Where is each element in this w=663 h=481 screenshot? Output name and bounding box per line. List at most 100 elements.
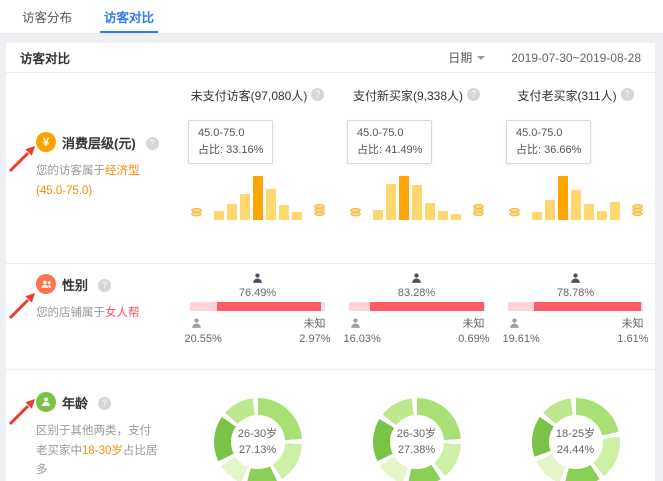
age-label-cell: 年龄 ? 区别于其他两类，支付老买家中18-30岁占比居多 <box>6 370 178 481</box>
panel-title: 访客对比 <box>20 48 70 67</box>
tooltip-share: 占比: 36.66% <box>516 142 581 159</box>
date-range-value[interactable]: 2019-07-30~2019-08-28 <box>511 51 641 65</box>
consumption-description: 您的访客属于经济型(45.0-75.0) <box>36 162 162 201</box>
chart-tooltip: 45.0-75.0 占比: 36.66% <box>506 120 591 164</box>
male-icon <box>349 317 362 330</box>
chart-tooltip: 45.0-75.0 占比: 41.49% <box>347 120 432 164</box>
section-consumption-level: ¥ 消费层级(元) ? 您的访客属于经济型(45.0-75.0) 45.0-75… <box>6 106 655 264</box>
consumption-bar-chart[interactable] <box>508 172 644 220</box>
tooltip-share: 占比: 33.16% <box>198 142 263 159</box>
consumption-chart-new-buyers: 45.0-75.0 占比: 41.49% <box>337 106 496 263</box>
unknown-percentage: 0.69% <box>458 333 489 345</box>
column-header-repeat-buyers: 支付老买家(311人) ? <box>496 87 655 104</box>
donut-center-label: 26-30岁 27.38% <box>390 415 444 469</box>
coin-stack-small-icon <box>190 206 203 220</box>
coin-stack-large-icon <box>313 203 326 220</box>
age-group-percentage: 27.38% <box>398 442 435 459</box>
column-header-label: 支付老买家(311人) <box>517 87 616 104</box>
male-icon <box>190 317 203 330</box>
date-filter-label: 日期 <box>448 49 472 66</box>
visitor-comparison-panel: 访客对比 日期 2019-07-30~2019-08-28 未支付访客(97,0… <box>5 42 656 481</box>
female-percentage: 78.78% <box>557 287 594 299</box>
gender-description: 您的店铺属于女人帮 <box>36 304 162 324</box>
age-group-label: 18-25岁 <box>556 426 595 443</box>
help-icon[interactable]: ? <box>146 137 159 150</box>
female-percentage: 83.28% <box>398 287 435 299</box>
chevron-down-icon <box>477 56 485 64</box>
column-header-label: 未支付访客(97,080人) <box>191 87 308 104</box>
consumption-bar-chart[interactable] <box>349 172 485 220</box>
consumption-chart-unpaid: 45.0-75.0 占比: 33.16% <box>178 106 337 263</box>
section-age: 年龄 ? 区别于其他两类，支付老买家中18-30岁占比居多 26-30岁 27.… <box>6 370 655 481</box>
age-chart-repeat-buyers: 18-25岁 24.44% <box>496 370 655 481</box>
people-icon <box>36 274 56 294</box>
age-donut-chart[interactable]: 18-25岁 24.44% <box>532 398 620 481</box>
help-icon[interactable]: ? <box>98 397 111 410</box>
age-description: 区别于其他两类，支付老买家中18-30岁占比居多 <box>36 422 162 481</box>
desc-text: 您的访客属于 <box>36 165 105 177</box>
desc-highlight: 女人帮 <box>105 307 140 319</box>
donut-center-label: 18-25岁 24.44% <box>549 415 603 469</box>
age-donut-chart[interactable]: 26-30岁 27.13% <box>214 398 302 481</box>
female-icon <box>410 272 423 285</box>
gender-ratio-bar[interactable] <box>508 302 644 311</box>
yuan-icon: ¥ <box>36 132 56 152</box>
gender-chart-unpaid: 76.49% 未知 20.55% 2.97% <box>178 264 337 369</box>
visitor-analytics-page: { "tabs": {"distribution": "访客分布", "comp… <box>0 0 663 481</box>
help-icon[interactable]: ? <box>311 88 324 101</box>
coin-stack-large-icon <box>631 203 644 220</box>
consumption-chart-repeat-buyers: 45.0-75.0 占比: 36.66% <box>496 106 655 263</box>
unknown-label: 未知 <box>622 315 644 331</box>
unknown-label: 未知 <box>304 315 326 331</box>
female-icon <box>251 272 264 285</box>
section-title: 消费层级(元) <box>62 133 136 152</box>
column-headers-row: 未支付访客(97,080人) ? 支付新买家(9,338人) ? 支付老买家(3… <box>6 73 655 106</box>
tooltip-range: 45.0-75.0 <box>198 125 263 142</box>
consumption-bar-chart[interactable] <box>190 172 326 220</box>
gender-chart-repeat-buyers: 78.78% 未知 19.61% 1.61% <box>496 264 655 369</box>
coin-stack-large-icon <box>472 203 485 220</box>
female-icon <box>569 272 582 285</box>
donut-center-label: 26-30岁 27.13% <box>231 415 285 469</box>
top-tabbar: 访客分布 访客对比 <box>0 0 663 34</box>
help-icon[interactable]: ? <box>98 279 111 292</box>
male-percentage: 20.55% <box>185 333 222 345</box>
coin-stack-small-icon <box>349 206 362 220</box>
tooltip-share: 占比: 41.49% <box>357 142 422 159</box>
age-group-label: 26-30岁 <box>397 426 436 443</box>
age-group-percentage: 24.44% <box>557 442 594 459</box>
age-group-label: 26-30岁 <box>238 426 277 443</box>
tab-visitor-distribution[interactable]: 访客分布 <box>6 0 88 33</box>
unknown-percentage: 1.61% <box>617 333 648 345</box>
chart-tooltip: 45.0-75.0 占比: 33.16% <box>188 120 273 164</box>
person-icon <box>36 392 56 412</box>
age-chart-new-buyers: 26-30岁 27.38% <box>337 370 496 481</box>
gender-ratio-bar[interactable] <box>349 302 485 311</box>
unknown-label: 未知 <box>463 315 485 331</box>
coin-stack-small-icon <box>508 206 521 220</box>
panel-header: 访客对比 日期 2019-07-30~2019-08-28 <box>6 43 655 73</box>
consumption-label-cell: ¥ 消费层级(元) ? 您的访客属于经济型(45.0-75.0) <box>6 106 178 263</box>
tooltip-range: 45.0-75.0 <box>516 125 581 142</box>
tab-visitor-comparison[interactable]: 访客对比 <box>88 0 170 33</box>
unknown-percentage: 2.97% <box>299 333 330 345</box>
male-percentage: 16.03% <box>344 333 381 345</box>
help-icon[interactable]: ? <box>621 88 634 101</box>
age-group-percentage: 27.13% <box>239 442 276 459</box>
section-title: 性别 <box>62 275 88 294</box>
desc-text: 您的店铺属于 <box>36 307 105 319</box>
column-header-new-buyers: 支付新买家(9,338人) ? <box>337 87 496 104</box>
gender-label-cell: 性别 ? 您的店铺属于女人帮 <box>6 264 178 369</box>
date-area: 日期 2019-07-30~2019-08-28 <box>448 49 641 66</box>
gender-chart-new-buyers: 83.28% 未知 16.03% 0.69% <box>337 264 496 369</box>
gender-ratio-bar[interactable] <box>190 302 326 311</box>
age-donut-chart[interactable]: 26-30岁 27.38% <box>373 398 461 481</box>
column-header-unpaid-visitors: 未支付访客(97,080人) ? <box>178 87 337 104</box>
column-header-label: 支付新买家(9,338人) <box>353 87 463 104</box>
desc-highlight: 18-30岁 <box>82 445 123 457</box>
female-percentage: 76.49% <box>239 287 276 299</box>
male-percentage: 19.61% <box>503 333 540 345</box>
date-filter-dropdown[interactable]: 日期 <box>448 49 485 66</box>
help-icon[interactable]: ? <box>467 88 480 101</box>
tooltip-range: 45.0-75.0 <box>357 125 422 142</box>
